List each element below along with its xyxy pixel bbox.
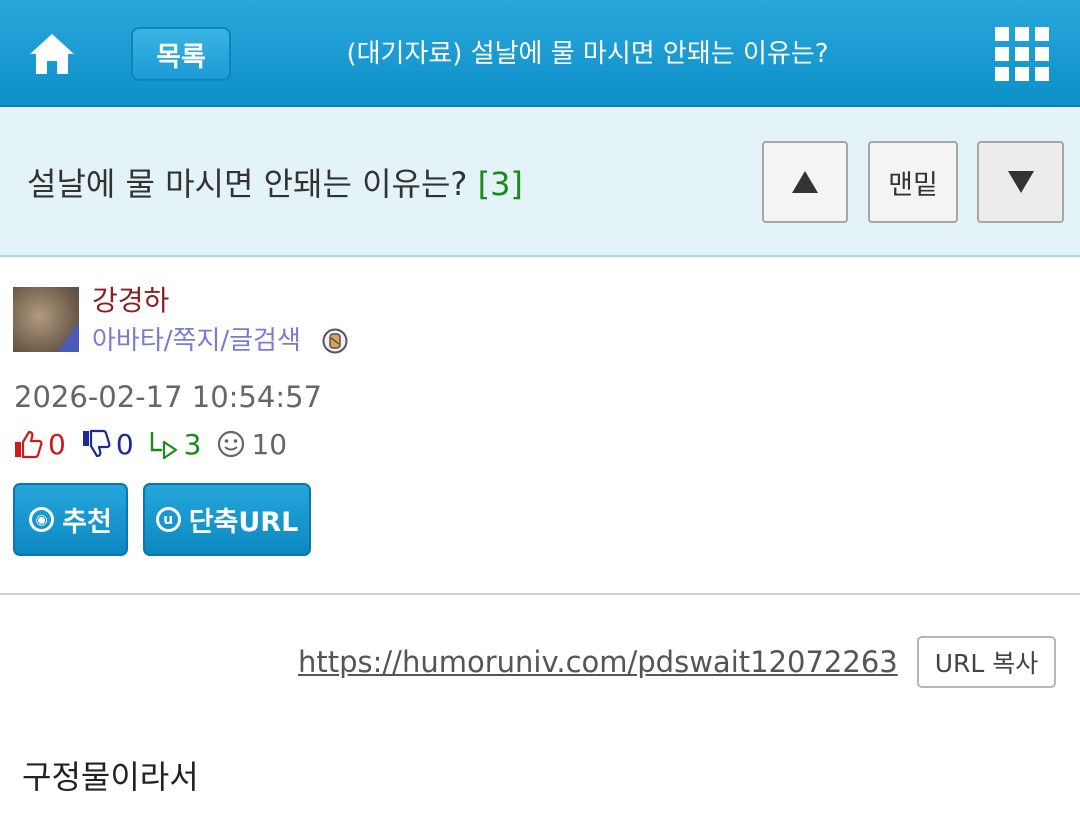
home-icon[interactable] bbox=[28, 30, 76, 76]
post-url-link[interactable]: https://humoruniv.com/pdswait12072263 bbox=[298, 643, 898, 681]
smiley-view-icon bbox=[218, 430, 245, 458]
scroll-up-button[interactable] bbox=[762, 141, 848, 223]
divider bbox=[0, 593, 1080, 595]
comment-count[interactable]: [3] bbox=[478, 165, 523, 203]
short-url-label: 단축URL bbox=[188, 507, 299, 538]
scroll-bottom-button[interactable]: 맨밑 bbox=[868, 141, 958, 223]
view-count: 10 bbox=[251, 427, 288, 461]
triangle-up-icon bbox=[792, 171, 818, 193]
post-stats: 0 0 3 10 bbox=[12, 426, 301, 462]
post-body: 구정물이라서 bbox=[22, 758, 199, 796]
avatar[interactable] bbox=[13, 287, 79, 352]
thumbs-down-icon bbox=[82, 429, 111, 458]
short-url-circle-icon: u bbox=[155, 507, 181, 532]
post-title-text: 설날에 물 마시면 안돼는 이유는? bbox=[27, 165, 468, 203]
post-title: 설날에 물 마시면 안돼는 이유는? [3] bbox=[27, 161, 523, 207]
member-badge-icon bbox=[322, 328, 348, 354]
reply-arrow-icon bbox=[150, 432, 177, 460]
thumbs-up-icon bbox=[15, 430, 43, 459]
scroll-down-button[interactable] bbox=[977, 141, 1064, 223]
copy-url-button[interactable]: URL 복사 bbox=[917, 636, 1056, 688]
upvote-count: 0 bbox=[48, 427, 66, 461]
reply-count: 3 bbox=[183, 427, 202, 461]
author-links[interactable]: 아바타/쪽지/글검색 bbox=[92, 324, 301, 358]
recommend-circle-icon: ◉ bbox=[29, 507, 55, 532]
recommend-button[interactable]: ◉ 추천 bbox=[13, 483, 128, 556]
grid-menu-icon[interactable] bbox=[995, 27, 1049, 81]
author-name[interactable]: 강경하 bbox=[92, 284, 169, 318]
short-url-button[interactable]: u 단축URL bbox=[143, 483, 311, 556]
list-button[interactable]: 목록 bbox=[131, 27, 231, 81]
top-header: 목록 (대기자료) 설날에 물 마시면 안돼는 이유는? bbox=[0, 0, 1080, 107]
post-title-bar: 설날에 물 마시면 안돼는 이유는? [3] 맨밑 bbox=[0, 107, 1080, 257]
recommend-label: 추천 bbox=[62, 507, 112, 538]
header-title: (대기자료) 설날에 물 마시면 안돼는 이유는? bbox=[346, 39, 829, 69]
triangle-down-icon bbox=[1007, 171, 1034, 193]
post-datetime: 2026-02-17 10:54:57 bbox=[14, 380, 322, 414]
downvote-count: 0 bbox=[115, 427, 134, 461]
